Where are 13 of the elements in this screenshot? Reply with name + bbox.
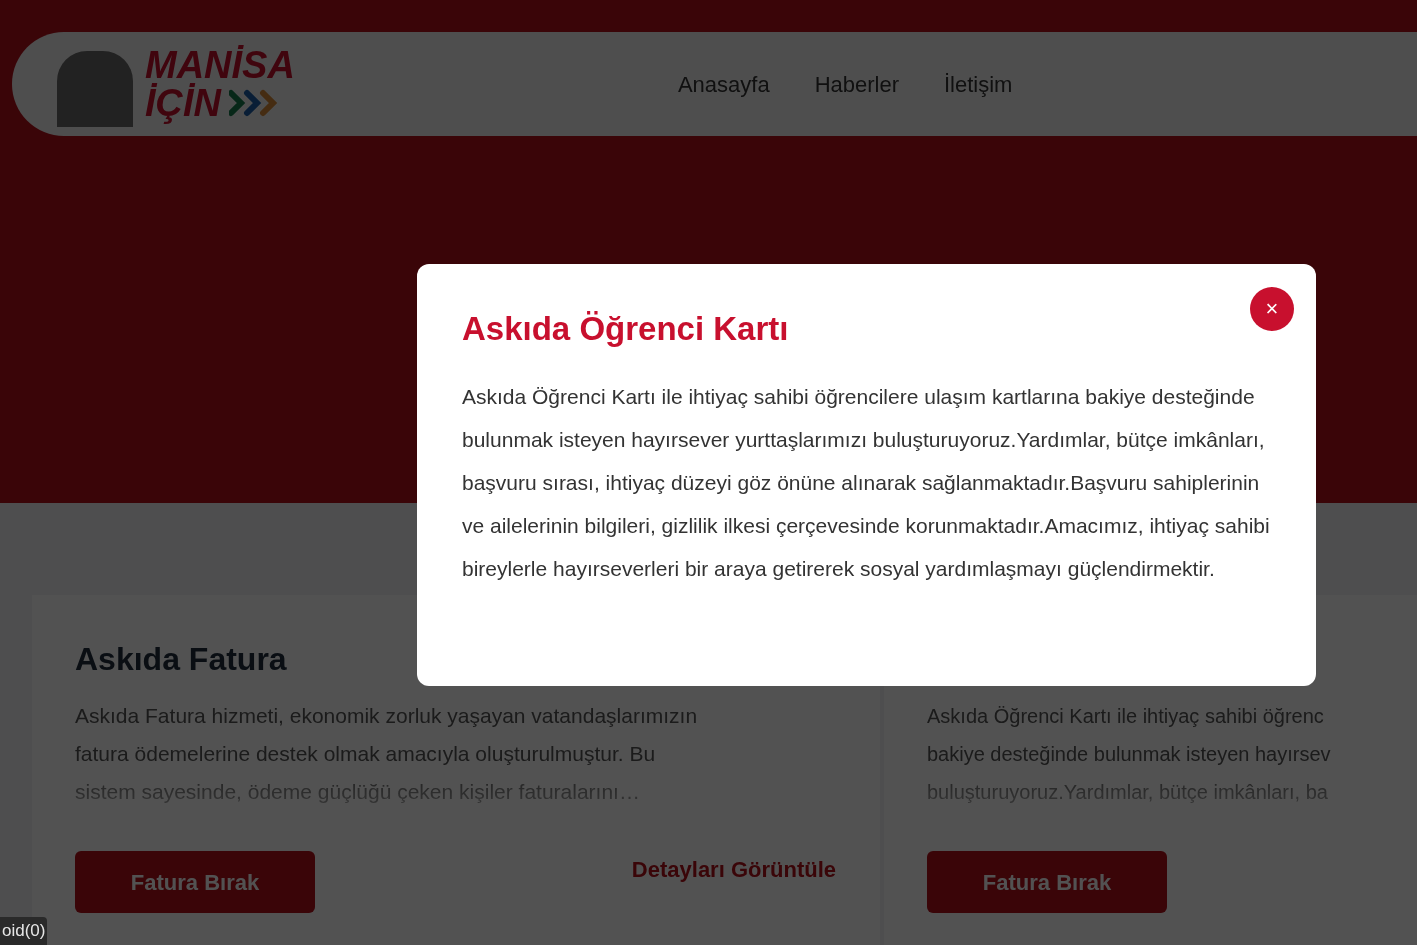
card-title: Askıda Fatura	[75, 640, 288, 679]
nav-link[interactable]: İletişim	[944, 67, 1013, 101]
close-button[interactable]: ×	[1250, 287, 1294, 331]
nav-link[interactable]: Haberler	[814, 67, 899, 101]
details-link[interactable]: Detayları Görüntüle	[631, 852, 836, 886]
logo-text: MANİSA	[145, 46, 295, 84]
modal-title: Askıda Öğrenci Kartı	[462, 309, 790, 349]
nav-link[interactable]: Anasayfa	[677, 67, 770, 101]
logo-text: İÇİN	[145, 84, 221, 122]
status-bar: oid(0)	[0, 917, 48, 945]
leave-bill-button[interactable]: Fatura Bırak	[927, 851, 1167, 913]
modal-body: Askıda Öğrenci Kartı ile ihtiyaç sahibi öğrencilere ulaşım kartlarına bakiye desteğinde bulunmak isteyen hayırsever yurttaşlarımızı buluşturuyoruz.Yardımlar, bütçe imkânları, başvuru sırası, ihtiyaç düzeyi göz önüne alınarak sağlanmaktadır.Başvuru sahiplerinin ve ailelerinin bilgileri, gizlilik ilkesi çerçevesinde korunmaktadır.Amacımız, ihtiyaç sahibi bireylerle hayırseverleri bir araya getirerek sosyal yardımlaşmayı güçlendirmektir.	[462, 384, 1270, 582]
leave-bill-button[interactable]: Fatura Bırak	[75, 851, 315, 913]
